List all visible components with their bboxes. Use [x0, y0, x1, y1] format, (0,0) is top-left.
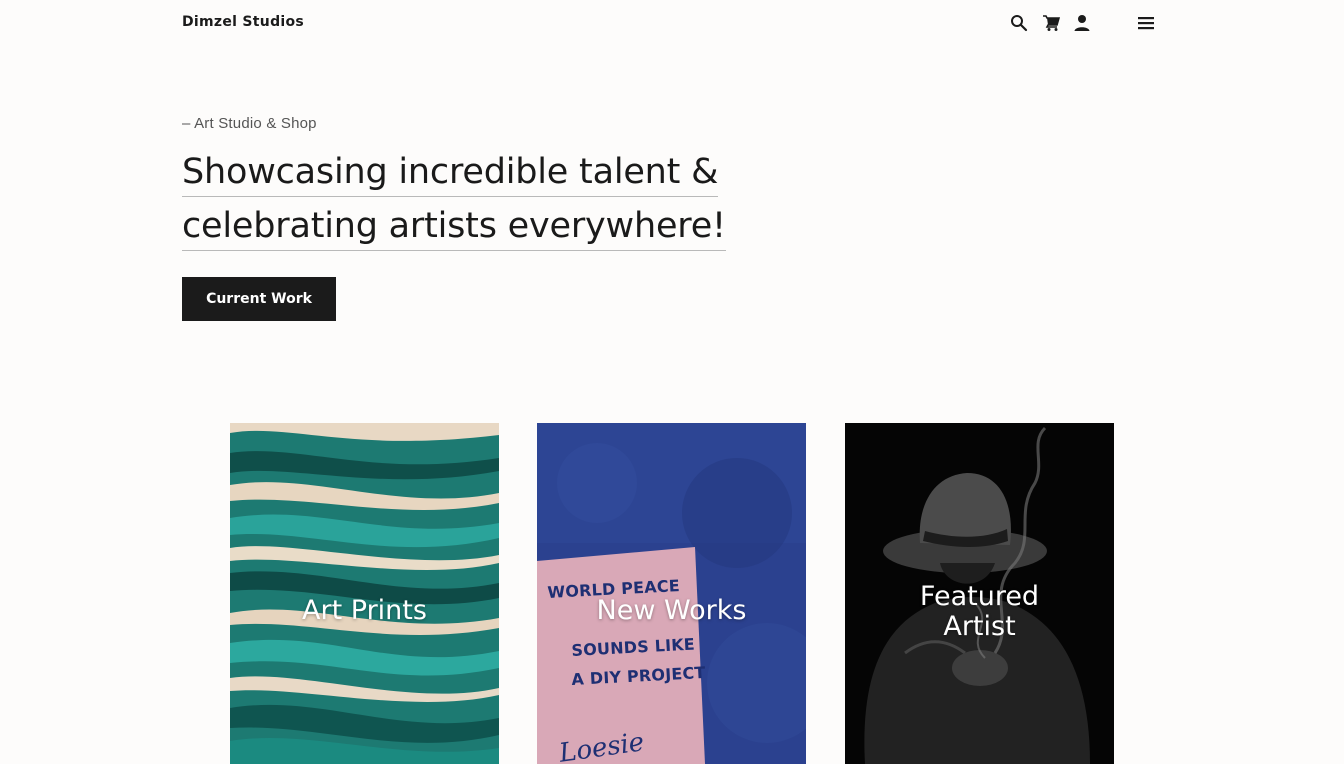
headline-line-1: Showcasing incredible talent & — [182, 148, 718, 197]
page: Dimzel Studios – Art Studio & Shop Showc… — [0, 0, 1344, 764]
menu-icon[interactable] — [1135, 12, 1157, 34]
headline-line-2: celebrating artists everywhere! — [182, 202, 726, 251]
brand-logo-text[interactable]: Dimzel Studios — [182, 14, 304, 30]
teal-marble-image — [230, 423, 499, 764]
cart-icon[interactable] — [1040, 12, 1062, 34]
card-new-works[interactable]: WORLD PEACE SOUNDS LIKE A DIY PROJECT Lo… — [537, 423, 806, 764]
card-title-featured-artist: Featured Artist — [845, 582, 1114, 642]
current-work-button[interactable]: Current Work — [182, 277, 336, 321]
hero-headline: Showcasing incredible talent & celebrati… — [182, 148, 726, 256]
card-title-line-1: Featured — [919, 581, 1040, 612]
card-title-new-works: New Works — [596, 595, 747, 626]
card-featured-artist[interactable]: Featured Artist — [845, 423, 1114, 764]
hero-eyebrow: – Art Studio & Shop — [182, 115, 317, 132]
account-icon[interactable] — [1071, 12, 1093, 34]
card-title-art-prints: Art Prints — [302, 595, 427, 626]
card-title-line-2: Artist — [943, 611, 1016, 642]
search-icon[interactable] — [1008, 12, 1030, 34]
card-art-prints[interactable]: Art Prints — [230, 423, 499, 764]
